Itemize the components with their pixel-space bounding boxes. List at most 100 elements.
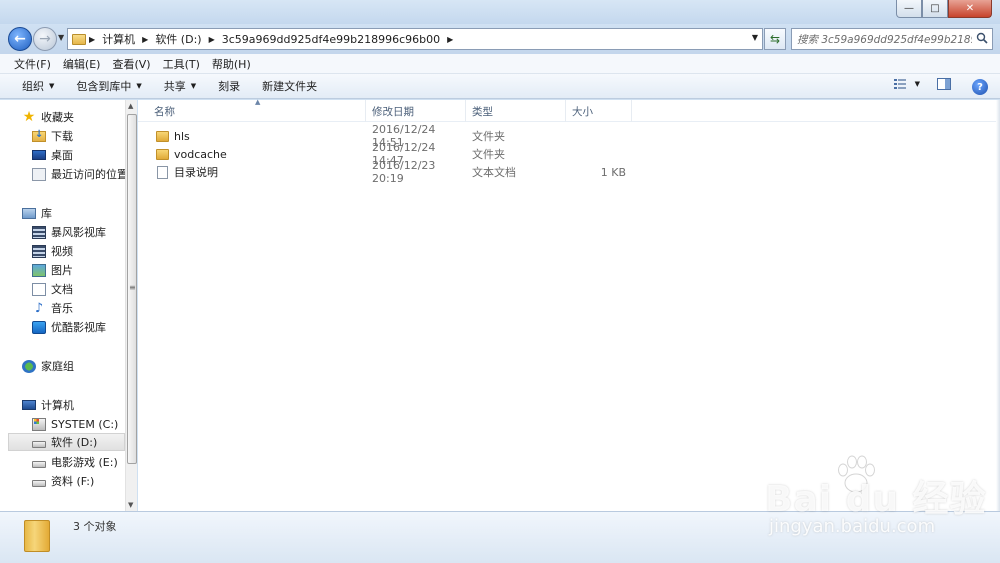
file-name-cell: vodcache [148, 148, 366, 161]
nav-youku-library[interactable]: 优酷影视库 [32, 318, 106, 336]
video-icon [32, 244, 46, 258]
burn-label: 刻录 [218, 80, 241, 93]
address-row: ← → ▼ ▶ 计算机 ▶ 软件 (D:) ▶ 3c59a969dd925df4… [0, 24, 1000, 54]
view-list-icon [893, 79, 906, 89]
help-button[interactable]: ? [972, 79, 988, 95]
column-type[interactable]: 类型 [466, 100, 566, 122]
command-toolbar: 组织 ▼ 包含到库中 ▼ 共享 ▼ 刻录 新建文件夹 ▼ ? [0, 74, 1000, 99]
music-note-icon: ♪ [34, 300, 44, 316]
chevron-right-icon[interactable]: ▶ [86, 35, 98, 44]
minimize-button[interactable]: — [896, 0, 922, 18]
menu-view[interactable]: 查看(V) [106, 56, 156, 72]
menu-file[interactable]: 文件(F) [8, 56, 57, 72]
folder-icon [72, 33, 86, 45]
file-list: ▲ 名称 修改日期 类型 大小 hls 2016/12/24 14:51 文件夹… [138, 98, 1000, 511]
nav-drive-c[interactable]: SYSTEM (C:) [32, 415, 118, 433]
window-controls: — □ ✕ [896, 0, 992, 18]
nav-homegroup[interactable]: 家庭组 [22, 357, 74, 375]
nav-label: 软件 (D:) [51, 436, 98, 449]
refresh-icon: ⇆ [769, 32, 781, 46]
new-folder-button[interactable]: 新建文件夹 [254, 78, 325, 94]
nav-videos[interactable]: 视频 [32, 242, 73, 260]
column-name[interactable]: 名称 [148, 100, 366, 122]
drive-icon [32, 460, 46, 468]
back-button[interactable]: ← [8, 27, 32, 51]
folder-icon [156, 148, 169, 160]
details-pane: 3 个对象 [0, 511, 1000, 563]
column-date-modified[interactable]: 修改日期 [366, 100, 466, 122]
nav-documents[interactable]: 文档 [32, 280, 73, 298]
nav-downloads[interactable]: 下载 [32, 127, 73, 145]
computer-icon [22, 400, 36, 410]
nav-label: SYSTEM (C:) [51, 417, 119, 431]
nav-recent-places[interactable]: 最近访问的位置 [32, 165, 128, 183]
menu-edit[interactable]: 编辑(E) [57, 56, 107, 72]
nav-drive-f[interactable]: 资料 (F:) [32, 472, 94, 490]
burn-button[interactable]: 刻录 [210, 78, 248, 94]
breadcrumb-drive-d[interactable]: 软件 (D:) [151, 29, 205, 49]
scroll-up-icon[interactable]: ▲ [128, 102, 133, 110]
star-icon: ★ [22, 108, 36, 125]
nav-drive-e[interactable]: 电影游戏 (E:) [32, 453, 118, 471]
nav-label: 视频 [51, 245, 73, 258]
nav-label: 桌面 [51, 149, 73, 162]
forward-button[interactable]: → [33, 27, 57, 51]
nav-label: 暴风影视库 [51, 226, 106, 239]
chevron-right-icon[interactable]: ▶ [139, 35, 151, 44]
organize-button[interactable]: 组织 ▼ [14, 78, 62, 94]
nav-drive-d[interactable]: 软件 (D:) [8, 433, 125, 451]
breadcrumb-computer[interactable]: 计算机 [98, 29, 139, 49]
search-icon[interactable] [976, 32, 988, 44]
file-type: 文件夹 [472, 130, 505, 143]
chevron-down-icon: ▼ [914, 80, 920, 88]
chevron-right-icon[interactable]: ▶ [206, 35, 218, 44]
change-view-button[interactable]: ▼ [893, 77, 920, 91]
window-titlebar[interactable]: — □ ✕ [0, 0, 1000, 24]
chevron-right-icon[interactable]: ▶ [444, 35, 456, 44]
nav-pictures[interactable]: 图片 [32, 261, 73, 279]
item-count: 3 个对象 [73, 520, 117, 533]
nav-label: 优酷影视库 [51, 321, 106, 334]
nav-music[interactable]: ♪ 音乐 [32, 299, 73, 317]
preview-pane-icon [937, 78, 951, 90]
nav-desktop[interactable]: 桌面 [32, 146, 73, 164]
folder-icon [156, 130, 169, 142]
nav-computer[interactable]: 计算机 [22, 396, 74, 414]
refresh-button[interactable]: ⇆ [764, 28, 786, 50]
nav-favorites[interactable]: ★ 收藏夹 [22, 108, 74, 126]
file-row[interactable]: 目录说明 2016/12/23 20:19 文本文档 1 KB [148, 159, 632, 185]
forward-arrow-icon: → [39, 31, 51, 47]
nav-libraries[interactable]: 库 [22, 204, 52, 222]
close-button[interactable]: ✕ [948, 0, 992, 18]
search-input[interactable]: 搜索 3c59a969dd925df4e99b2189... [791, 28, 993, 50]
address-history-dropdown-icon[interactable]: ▼ [752, 33, 758, 42]
maximize-button[interactable]: □ [922, 0, 948, 18]
breadcrumb-folder[interactable]: 3c59a969dd925df4e99b218996c96b00 [218, 29, 444, 49]
menu-help[interactable]: 帮助(H) [206, 56, 257, 72]
file-size: 1 KB [600, 165, 626, 179]
navigation-scrollbar[interactable]: ▲ ≡ ▼ [125, 100, 137, 511]
address-bar[interactable]: ▶ 计算机 ▶ 软件 (D:) ▶ 3c59a969dd925df4e99b21… [67, 28, 763, 50]
window-right-border [996, 100, 1000, 511]
nav-label: 计算机 [41, 399, 74, 412]
chevron-down-icon: ▼ [190, 82, 197, 90]
nav-storm-library[interactable]: 暴风影视库 [32, 223, 106, 241]
nav-label: 收藏夹 [41, 111, 74, 124]
include-in-library-button[interactable]: 包含到库中 ▼ [68, 78, 149, 94]
downloads-folder-icon [32, 129, 46, 142]
nav-label: 文档 [51, 283, 73, 296]
file-type: 文本文档 [472, 166, 516, 179]
recent-pages-dropdown-icon[interactable]: ▼ [58, 33, 64, 42]
share-button[interactable]: 共享 ▼ [156, 78, 204, 94]
include-library-label: 包含到库中 [76, 80, 132, 93]
column-size[interactable]: 大小 [566, 100, 632, 122]
new-folder-label: 新建文件夹 [262, 80, 318, 93]
file-name: vodcache [174, 147, 227, 161]
scroll-down-icon[interactable]: ▼ [128, 501, 133, 509]
menu-tools[interactable]: 工具(T) [157, 56, 206, 72]
drive-icon [32, 440, 46, 448]
file-date: 2016/12/23 20:19 [372, 159, 436, 185]
file-name: hls [174, 129, 190, 143]
nav-label: 电影游戏 (E:) [51, 456, 118, 469]
preview-pane-button[interactable] [936, 77, 952, 91]
